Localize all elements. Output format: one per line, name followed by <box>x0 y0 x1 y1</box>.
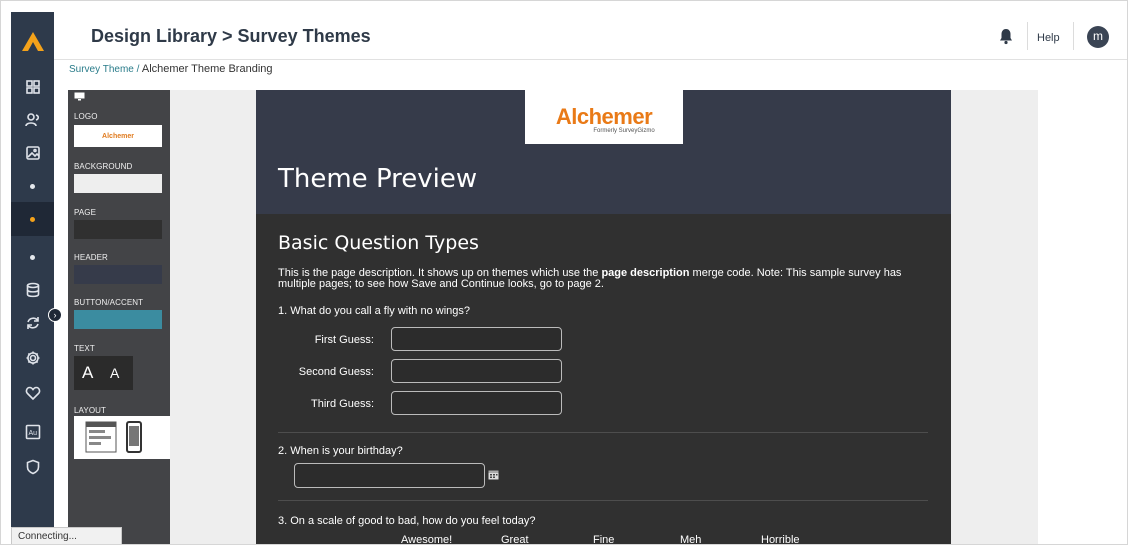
app-window: Au › Design Library > Survey Themes Help… <box>0 0 1128 545</box>
page-color-swatch[interactable] <box>74 220 162 239</box>
theme-preview-page: Alchemer Formerly SurveyGizmo Theme Prev… <box>256 90 951 545</box>
left-nav: Au <box>11 12 54 544</box>
first-guess-input[interactable] <box>391 327 562 351</box>
help-link[interactable]: Help <box>1037 32 1060 44</box>
dashboard-grid-icon[interactable] <box>11 70 54 104</box>
desc-bold: page description <box>601 267 690 279</box>
heart-icon[interactable] <box>11 376 54 410</box>
user-avatar[interactable]: m <box>1087 26 1109 48</box>
settings-gear-icon[interactable] <box>11 341 54 375</box>
svg-text:Au: Au <box>28 430 37 437</box>
dot-icon[interactable] <box>11 169 54 203</box>
scale-option-label: Horrible <box>761 534 800 545</box>
calendar-icon[interactable] <box>488 469 499 480</box>
users-icon[interactable] <box>11 103 54 137</box>
scale-option-label: Meh <box>680 534 702 545</box>
text-label: TEXT <box>74 344 95 353</box>
second-guess-label: Second Guess: <box>298 366 374 378</box>
header-label: HEADER <box>74 253 108 262</box>
logo-label: LOGO <box>74 112 98 121</box>
button-accent-label: BUTTON/ACCENT <box>74 298 144 307</box>
third-guess-label: Third Guess: <box>311 398 374 410</box>
theme-settings-panel: LOGO Alchemer BACKGROUND PAGE HEADER BUT… <box>68 90 191 544</box>
shield-icon[interactable] <box>11 450 54 484</box>
header-divider <box>1027 22 1028 50</box>
preview-logo: Alchemer Formerly SurveyGizmo <box>525 90 683 144</box>
background-label: BACKGROUND <box>74 162 133 171</box>
alchemer-logo-icon[interactable] <box>20 30 46 52</box>
au-icon[interactable]: Au <box>11 415 54 449</box>
breadcrumb: Survey Theme / Alchemer Theme Branding <box>69 63 273 75</box>
third-guess-input[interactable] <box>391 391 562 415</box>
scale-option-label: Fine <box>593 534 615 545</box>
layout-label: LAYOUT <box>74 406 107 415</box>
bell-icon[interactable] <box>998 27 1014 45</box>
desktop-monitor-icon[interactable] <box>74 92 85 101</box>
page-description: This is the page description. It shows u… <box>278 268 938 290</box>
desktop-layout-icon[interactable] <box>85 421 117 453</box>
second-guess-input[interactable] <box>391 359 562 383</box>
status-bar: Connecting... <box>11 527 122 544</box>
scale-option-label: Great <box>501 534 529 545</box>
question-divider <box>278 432 928 433</box>
image-icon[interactable] <box>11 136 54 170</box>
dot-icon[interactable] <box>11 202 54 236</box>
header-divider <box>1073 22 1074 50</box>
question-1-title: 1. What do you call a fly with no wings? <box>278 305 470 317</box>
dot-icon[interactable] <box>11 240 54 274</box>
top-header: Design Library > Survey Themes Help m <box>54 12 1127 60</box>
text-sample-large: A <box>82 363 94 382</box>
header-color-swatch[interactable] <box>74 265 162 284</box>
question-3-title: 3. On a scale of good to bad, how do you… <box>278 515 536 527</box>
text-sample-small: A <box>110 365 120 381</box>
preview-logo-sub: Formerly SurveyGizmo <box>593 128 655 134</box>
first-guess-label: First Guess: <box>314 334 374 346</box>
breadcrumb-current: Alchemer Theme Branding <box>141 63 273 75</box>
theme-preview-title: Theme Preview <box>278 164 478 194</box>
background-color-swatch[interactable] <box>74 174 162 193</box>
logo-swatch[interactable]: Alchemer <box>74 125 162 147</box>
nav-expand-chevron-icon[interactable]: › <box>48 308 62 322</box>
page-heading: Basic Question Types <box>278 232 479 254</box>
sync-icon[interactable] <box>11 306 54 340</box>
mobile-layout-icon[interactable] <box>126 421 142 453</box>
question-2-title: 2. When is your birthday? <box>278 445 403 457</box>
page-label: PAGE <box>74 208 97 217</box>
question-divider <box>278 500 928 501</box>
logo-swatch-text: Alchemer <box>102 133 134 140</box>
button-accent-color-swatch[interactable] <box>74 310 162 329</box>
preview-header: Alchemer Formerly SurveyGizmo Theme Prev… <box>256 90 951 214</box>
breadcrumb-survey-theme-link[interactable]: Survey Theme / <box>69 64 139 75</box>
database-icon[interactable] <box>11 273 54 307</box>
page-title: Design Library > Survey Themes <box>91 26 371 46</box>
birthday-date-input[interactable] <box>294 463 485 488</box>
preview-logo-brand: Alchemer <box>555 104 653 129</box>
scale-option-label: Awesome! <box>401 534 453 545</box>
text-style-swatch[interactable]: A A <box>74 356 133 390</box>
